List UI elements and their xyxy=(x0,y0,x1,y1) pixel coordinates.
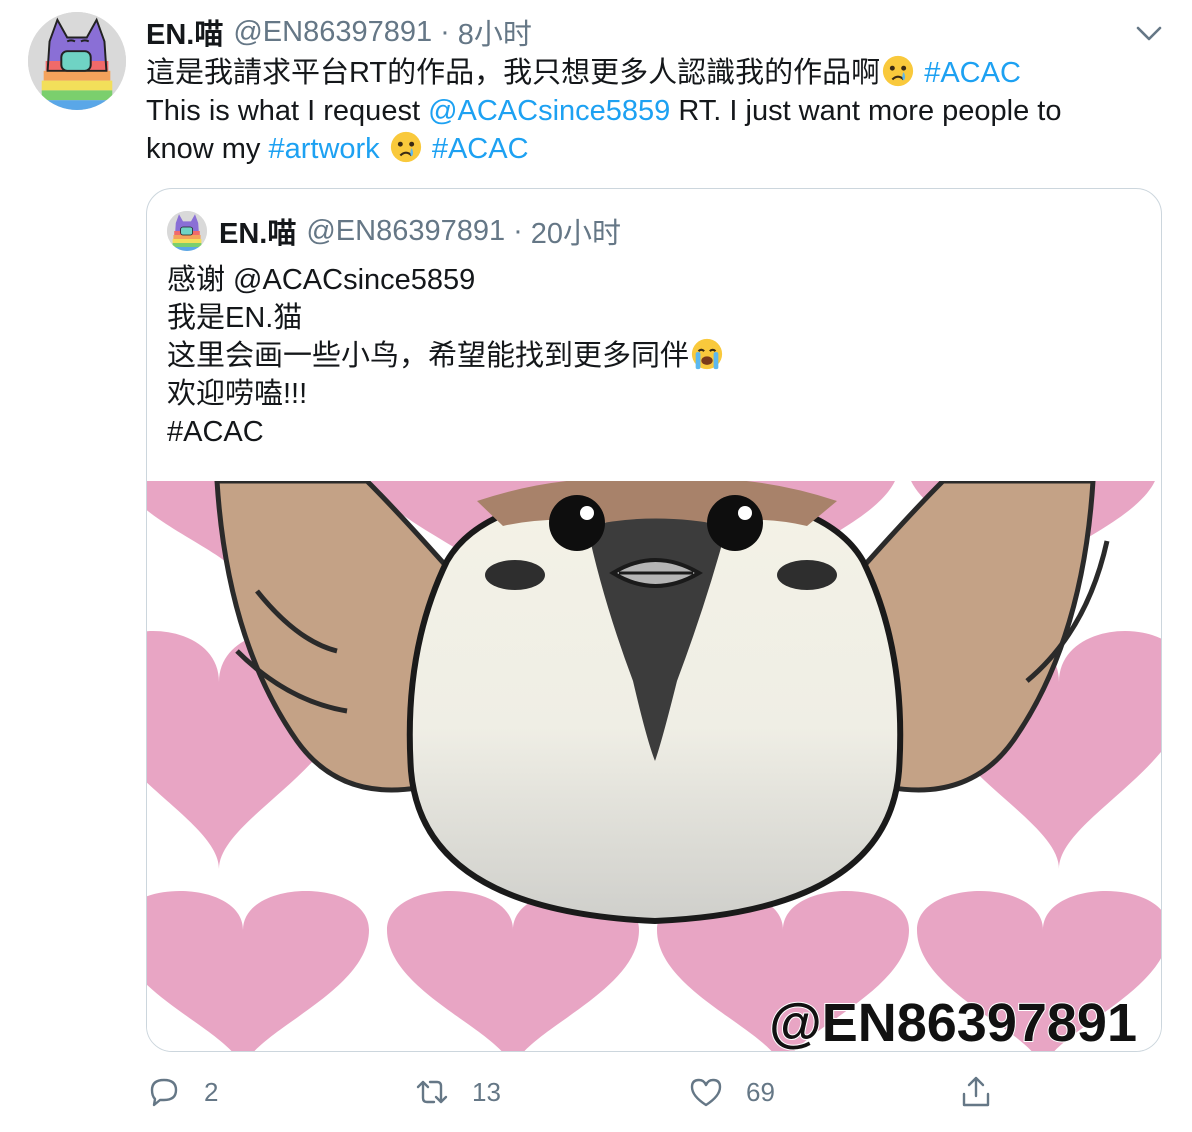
quoted-line-text: 这里会画一些小鸟，希望能找到更多同伴 xyxy=(167,340,690,372)
tweet-line-1: 這是我請求平台RT的作品，我只想更多人認識我的作品啊 #ACAC xyxy=(146,54,1146,92)
tweet-text-zh: 這是我請求平台RT的作品，我只想更多人認識我的作品啊 xyxy=(146,57,881,89)
like-button[interactable]: 69 xyxy=(688,1068,775,1116)
tweet-line-2: This is what I request @ACACsince5859 RT… xyxy=(146,92,1146,130)
separator-dot: · xyxy=(440,15,450,48)
tweet-header: EN.喵 @EN86397891 · 8小时 xyxy=(146,12,1112,52)
quoted-line: #ACAC xyxy=(167,416,264,448)
quoted-tweet[interactable]: EN.喵 @EN86397891 · 20小时 感谢 @ACACsince585… xyxy=(146,188,1162,1052)
quoted-author-handle: @EN86397891 xyxy=(306,214,506,247)
retweet-count: 13 xyxy=(472,1076,501,1107)
quoted-tweet-header: EN.喵 @EN86397891 · 20小时 xyxy=(167,209,621,253)
cat-avatar-icon xyxy=(28,12,126,110)
quoted-line: 感谢 @ACACsince5859 xyxy=(167,264,476,296)
reply-count: 2 xyxy=(204,1076,219,1107)
quoted-line: 我是EN.猫 xyxy=(167,302,303,334)
tweet-text-en-3: know my xyxy=(146,133,269,165)
tweet-line-3: know my #artwork #ACAC xyxy=(146,130,1146,168)
crying-face-emoji xyxy=(883,55,914,87)
tweet-text: 這是我請求平台RT的作品，我只想更多人認識我的作品啊 #ACAC This is… xyxy=(146,54,1146,168)
share-button[interactable] xyxy=(958,1068,1016,1116)
crying-face-emoji xyxy=(390,131,421,163)
reply-icon xyxy=(150,1078,178,1107)
artwork-watermark: @EN86397891 xyxy=(769,993,1137,1052)
quoted-tweet-text: 感谢 @ACACsince5859 我是EN.猫 这里会画一些小鸟，希望能找到更… xyxy=(167,261,725,451)
chevron-down-icon xyxy=(1136,26,1162,41)
mention-acacsince5859[interactable]: @ACACsince5859 xyxy=(428,95,670,127)
quoted-tweet-time: 20小时 xyxy=(530,218,622,250)
author-avatar[interactable] xyxy=(28,12,126,110)
tweet-actions: 2 13 69 xyxy=(146,1068,1046,1116)
sparrow-illustration-art: @EN86397891 xyxy=(147,481,1161,1052)
share-icon xyxy=(962,1076,990,1107)
separator-dot: · xyxy=(513,214,523,247)
retweet-button[interactable]: 13 xyxy=(414,1068,501,1116)
quoted-author-name: EN.喵 xyxy=(219,218,297,250)
reply-button[interactable]: 2 xyxy=(146,1068,218,1116)
hashtag-acac[interactable]: #ACAC xyxy=(924,57,1021,89)
tweet-text-en-2: RT. I just want more people to xyxy=(670,95,1062,127)
tweet-menu-button[interactable] xyxy=(1132,18,1166,48)
quoted-author-avatar xyxy=(167,211,207,251)
sparrow-illustration[interactable]: @EN86397891 xyxy=(147,481,1161,1052)
tweet-time[interactable]: 8小时 xyxy=(458,11,532,53)
tweet-text-en-1: This is what I request xyxy=(146,95,429,127)
loudly-crying-face-emoji xyxy=(691,338,723,370)
like-count: 69 xyxy=(746,1076,775,1107)
hashtag-artwork[interactable]: #artwork xyxy=(268,133,379,165)
author-handle[interactable]: @EN86397891 xyxy=(233,16,432,49)
cat-avatar-icon xyxy=(167,211,207,251)
retweet-icon xyxy=(416,1080,448,1104)
hashtag-acac-2[interactable]: #ACAC xyxy=(432,133,529,165)
quoted-line: 欢迎唠嗑!!! xyxy=(167,378,308,410)
author-name[interactable]: EN.喵 xyxy=(146,11,223,53)
quoted-line: 这里会画一些小鸟，希望能找到更多同伴 xyxy=(167,337,725,375)
heart-icon xyxy=(690,1078,722,1107)
